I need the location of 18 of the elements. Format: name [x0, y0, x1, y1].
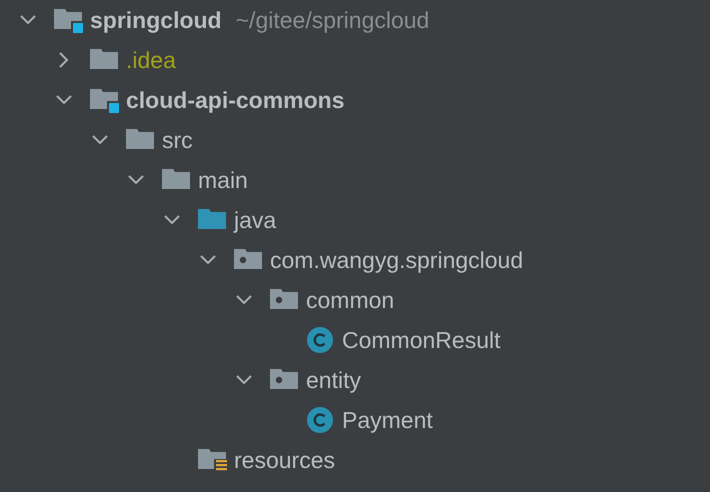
module-folder-icon — [90, 87, 120, 113]
project-path: ~/gitee/springcloud — [236, 6, 430, 34]
node-label[interactable]: resources — [234, 446, 335, 474]
node-label[interactable]: common — [306, 286, 394, 314]
node-label[interactable]: java — [234, 206, 276, 234]
module-folder-icon — [54, 7, 84, 33]
node-label[interactable]: CommonResult — [342, 326, 500, 354]
node-label[interactable]: cloud-api-commons — [126, 86, 345, 114]
node-label[interactable]: src — [162, 126, 193, 154]
resources-folder-icon — [198, 447, 228, 473]
node-label[interactable]: .idea — [126, 46, 176, 74]
node-label[interactable]: springcloud — [90, 6, 222, 34]
node-label[interactable]: entity — [306, 366, 361, 394]
node-label[interactable]: Payment — [342, 406, 433, 434]
class-icon — [306, 407, 336, 433]
node-label[interactable]: com.wangyg.springcloud — [270, 246, 524, 274]
class-icon — [306, 327, 336, 353]
node-label[interactable]: main — [198, 166, 248, 194]
